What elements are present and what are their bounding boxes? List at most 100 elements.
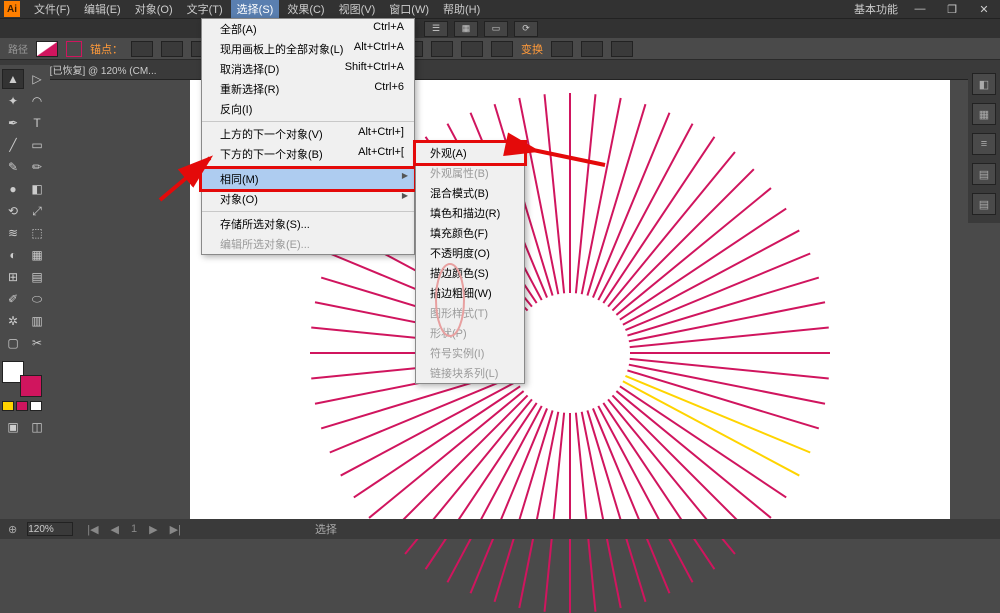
tool-brush[interactable]: ✎	[2, 157, 24, 177]
document-tab[interactable]: 未标题-2 [已恢复] @ 120% (CM...	[0, 60, 1000, 80]
workspace-switcher[interactable]: 基本功能	[854, 1, 898, 17]
menu-select[interactable]: 选择(S)	[231, 0, 280, 18]
ctrl-icon-c[interactable]	[491, 41, 513, 57]
tool-scale[interactable]: ⤢	[26, 201, 48, 221]
tool-lasso[interactable]: ◠	[26, 91, 48, 111]
status-bar: ⊕ |◀ ◀ 1 ▶ ▶| 选择	[0, 519, 1000, 539]
transform-btn-3[interactable]	[611, 41, 633, 57]
nav-prev[interactable]: ◀	[107, 523, 123, 536]
menu-inverse[interactable]: 反向(I)	[202, 99, 414, 119]
tool-eyedropper[interactable]: ✐	[2, 289, 24, 309]
submenu-stroke-color[interactable]: 描边颜色(S)	[416, 263, 524, 283]
appbar-icon-3[interactable]: ▭	[484, 21, 508, 37]
tool-perspective[interactable]: ▦	[26, 245, 48, 265]
panel-dock: ◧ ▦ ≡ ▤ ▤	[968, 65, 1000, 223]
nav-last[interactable]: ▶|	[166, 523, 185, 536]
anchor-btn-2[interactable]	[161, 41, 183, 57]
tool-free-trans[interactable]: ⬚	[26, 223, 48, 243]
nav-first[interactable]: |◀	[83, 523, 102, 536]
anchor-label: 锚点：	[90, 41, 123, 57]
menu-same[interactable]: 相同(M)	[202, 169, 414, 189]
submenu-appearance[interactable]: 外观(A)	[416, 143, 524, 163]
submenu-graphic-style: 图形样式(T)	[416, 303, 524, 323]
window-restore[interactable]: ❐	[940, 2, 964, 16]
menu-save-selection[interactable]: 存储所选对象(S)...	[202, 214, 414, 234]
ctrl-icon-a[interactable]	[431, 41, 453, 57]
stroke-swatch[interactable]	[66, 41, 82, 57]
menu-view[interactable]: 视图(V)	[333, 0, 382, 18]
screen-mode[interactable]: ▣	[2, 417, 24, 437]
background-color[interactable]	[20, 375, 42, 397]
panel-layers[interactable]: ▤	[972, 193, 996, 215]
appbar-icon-1[interactable]: ☰	[424, 21, 448, 37]
transform-label: 变换	[521, 41, 543, 57]
appbar-icon-4[interactable]: ⟳	[514, 21, 538, 37]
anchor-btn-1[interactable]	[131, 41, 153, 57]
tool-direct-select[interactable]: ▷	[26, 69, 48, 89]
swatch-yellow[interactable]	[2, 401, 14, 411]
tool-rotate[interactable]: ⟲	[2, 201, 24, 221]
tool-symbol-spray[interactable]: ✲	[2, 311, 24, 331]
tool-mesh[interactable]: ⊞	[2, 267, 24, 287]
submenu-fill-stroke[interactable]: 填色和描边(R)	[416, 203, 524, 223]
color-control[interactable]	[2, 361, 42, 397]
tool-width[interactable]: ≋	[2, 223, 24, 243]
tool-pen[interactable]: ✒	[2, 113, 24, 133]
panel-color[interactable]: ◧	[972, 73, 996, 95]
tool-blend[interactable]: ⬭	[26, 289, 48, 309]
tool-graph[interactable]: ▥	[26, 311, 48, 331]
swatch-magenta[interactable]	[16, 401, 28, 411]
tool-artboard[interactable]: ▢	[2, 333, 24, 353]
tool-blob[interactable]: ●	[2, 179, 24, 199]
menu-reselect[interactable]: 重新选择(R)Ctrl+6	[202, 79, 414, 99]
panel-gradient[interactable]: ▤	[972, 163, 996, 185]
window-close[interactable]: ✕	[972, 2, 996, 16]
transform-btn-1[interactable]	[551, 41, 573, 57]
tool-line[interactable]: ╱	[2, 135, 24, 155]
menu-type[interactable]: 文字(T)	[181, 0, 229, 18]
nav-next[interactable]: ▶	[145, 523, 161, 536]
ctrl-path-label: 路径	[8, 41, 28, 56]
menu-object[interactable]: 对象(O)	[129, 0, 179, 18]
menu-select-object[interactable]: 对象(O)	[202, 189, 414, 209]
menu-edit[interactable]: 编辑(E)	[78, 0, 127, 18]
select-menu-dropdown: 全部(A)Ctrl+A 现用画板上的全部对象(L)Alt+Ctrl+A 取消选择…	[201, 18, 415, 255]
submenu-stroke-weight[interactable]: 描边粗细(W)	[416, 283, 524, 303]
menu-help[interactable]: 帮助(H)	[437, 0, 486, 18]
ctrl-icon-b[interactable]	[461, 41, 483, 57]
submenu-blend-mode[interactable]: 混合模式(B)	[416, 183, 524, 203]
draw-mode[interactable]: ◫	[26, 417, 48, 437]
menu-file[interactable]: 文件(F)	[28, 0, 76, 18]
menu-next-below[interactable]: 下方的下一个对象(B)Alt+Ctrl+[	[202, 144, 414, 164]
fill-stroke-swatch[interactable]	[36, 41, 58, 57]
window-minimize[interactable]: —	[908, 2, 932, 16]
tool-slice[interactable]: ✂	[26, 333, 48, 353]
submenu-fill-color[interactable]: 填充颜色(F)	[416, 223, 524, 243]
swatch-none[interactable]	[30, 401, 42, 411]
zoom-input[interactable]	[27, 522, 73, 536]
transform-btn-2[interactable]	[581, 41, 603, 57]
menu-effect[interactable]: 效果(C)	[281, 0, 330, 18]
menu-select-all-artboard[interactable]: 现用画板上的全部对象(L)Alt+Ctrl+A	[202, 39, 414, 59]
status-coords: ⊕	[8, 523, 17, 536]
menu-bar: 文件(F) 编辑(E) 对象(O) 文字(T) 选择(S) 效果(C) 视图(V…	[28, 0, 486, 18]
tool-selection[interactable]: ▲	[2, 69, 24, 89]
menu-select-all[interactable]: 全部(A)Ctrl+A	[202, 19, 414, 39]
menu-window[interactable]: 窗口(W)	[383, 0, 435, 18]
panel-stroke[interactable]: ≡	[972, 133, 996, 155]
panel-swatches[interactable]: ▦	[972, 103, 996, 125]
tool-shape-builder[interactable]: ◐	[2, 245, 24, 265]
appbar-icon-2[interactable]: ▦	[454, 21, 478, 37]
menu-deselect[interactable]: 取消选择(D)Shift+Ctrl+A	[202, 59, 414, 79]
menubar: Ai 文件(F) 编辑(E) 对象(O) 文字(T) 选择(S) 效果(C) 视…	[0, 0, 1000, 18]
tool-wand[interactable]: ✦	[2, 91, 24, 111]
tool-pencil[interactable]: ✏	[26, 157, 48, 177]
artboard-nav: |◀ ◀ 1 ▶ ▶|	[83, 523, 185, 536]
submenu-opacity[interactable]: 不透明度(O)	[416, 243, 524, 263]
tool-rect[interactable]: ▭	[26, 135, 48, 155]
menu-next-above[interactable]: 上方的下一个对象(V)Alt+Ctrl+]	[202, 124, 414, 144]
tool-type[interactable]: T	[26, 113, 48, 133]
submenu-symbol-instance: 符号实例(I)	[416, 343, 524, 363]
tool-gradient[interactable]: ▤	[26, 267, 48, 287]
tool-eraser[interactable]: ◧	[26, 179, 48, 199]
